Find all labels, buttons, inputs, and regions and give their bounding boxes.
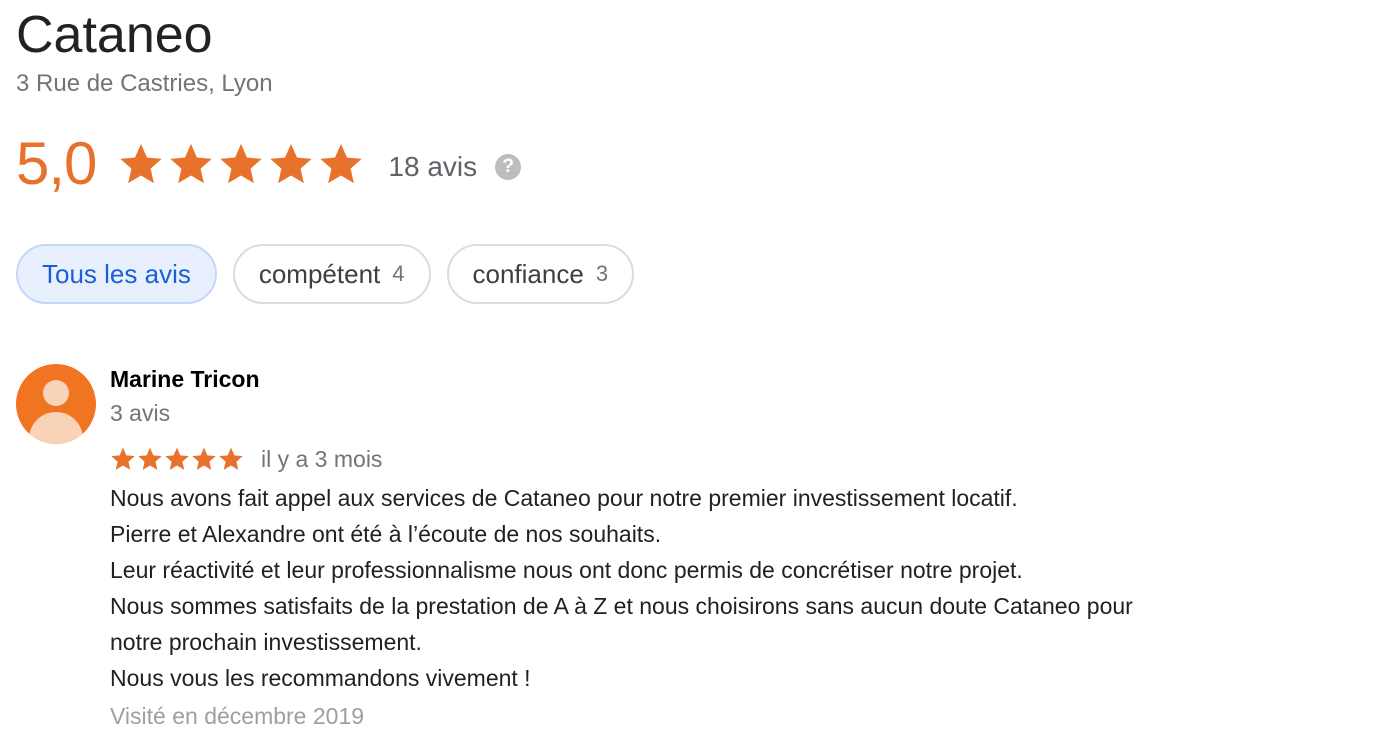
review-text-line: notre prochain investissement. bbox=[110, 629, 422, 655]
review-item: Marine Tricon 3 avis il y a 3 mois Nous … bbox=[110, 364, 1360, 734]
filter-chip-competent[interactable]: compétent 4 bbox=[232, 244, 431, 304]
filter-chip-confiance[interactable]: confiance 3 bbox=[446, 244, 635, 304]
star-icon bbox=[320, 143, 363, 184]
review-text: Nous avons fait appel aux services de Ca… bbox=[110, 480, 1360, 696]
filter-chip-count: 4 bbox=[392, 261, 405, 286]
review-date: il y a 3 mois bbox=[261, 445, 383, 472]
star-icon bbox=[270, 143, 313, 184]
avatar-body bbox=[29, 412, 83, 444]
avatar-head bbox=[43, 380, 69, 406]
star-icon bbox=[192, 447, 216, 470]
review-text-line: Pierre et Alexandre ont été à l’écoute d… bbox=[110, 521, 662, 547]
star-icon bbox=[220, 143, 263, 184]
star-icon bbox=[111, 447, 135, 470]
reviewer-review-count: 3 avis bbox=[110, 400, 171, 426]
filter-chip-label: confiance bbox=[472, 258, 584, 289]
review-filters: Tous les avis compétent 4 confiance 3 bbox=[16, 244, 650, 304]
filter-chip-count: 3 bbox=[595, 261, 609, 286]
review-text-line: Nous vous les recommandons vivement ! bbox=[110, 665, 531, 691]
filter-chip-label: compétent bbox=[258, 258, 381, 289]
star-icon bbox=[165, 447, 189, 470]
review-text-line: Leur réactivité et leur professionnalism… bbox=[110, 557, 1023, 583]
business-address: 3 Rue de Castries, Lyon bbox=[16, 70, 273, 97]
review-text-line: Nous avons fait appel aux services de Ca… bbox=[110, 485, 1018, 511]
rating-stars bbox=[118, 141, 368, 187]
person-icon[interactable] bbox=[16, 364, 96, 444]
reviews-count[interactable]: 18 avis bbox=[388, 151, 477, 183]
reviewer-name[interactable]: Marine Tricon bbox=[110, 364, 1360, 394]
business-name: Cataneo bbox=[16, 6, 213, 64]
review-meta: il y a 3 mois bbox=[110, 444, 1360, 474]
star-icon bbox=[219, 447, 243, 470]
star-icon bbox=[170, 143, 213, 184]
visit-date: Visité en décembre 2019 bbox=[110, 703, 365, 729]
filter-chip-label: Tous les avis bbox=[42, 258, 191, 289]
rating-value: 5,0 bbox=[16, 130, 97, 197]
review-stars bbox=[110, 446, 245, 472]
star-icon bbox=[138, 447, 162, 470]
filter-chip-all[interactable]: Tous les avis bbox=[16, 244, 217, 304]
review-text-line: Nous sommes satisfaits de la prestation … bbox=[110, 593, 1133, 619]
question-icon[interactable]: ? bbox=[495, 154, 522, 180]
star-icon bbox=[120, 143, 163, 184]
rating-summary: 5,0 18 avis ? bbox=[16, 128, 522, 200]
